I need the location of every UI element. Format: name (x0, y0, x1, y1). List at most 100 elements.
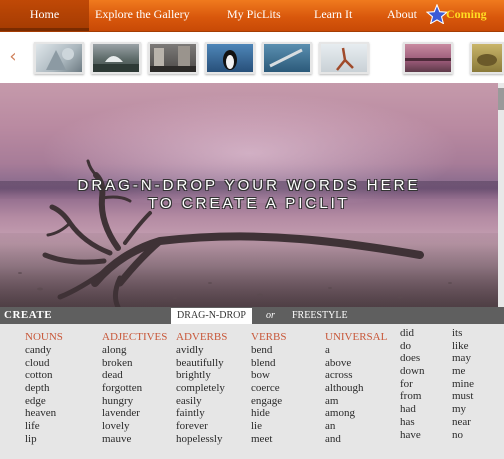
word-tile[interactable]: its (452, 327, 474, 340)
word-tile[interactable]: mine (452, 378, 474, 391)
thumb-dancer[interactable] (319, 42, 369, 74)
universal-column: UNIVERSAL a above across although am amo… (325, 331, 387, 446)
word-tile[interactable]: life (25, 420, 63, 433)
word-tile[interactable]: above (325, 357, 387, 370)
word-tile[interactable]: do (400, 340, 424, 353)
diver-image (269, 48, 303, 68)
word-tile[interactable]: avidly (176, 344, 227, 357)
scroll-left-arrow-icon[interactable]: ‹ (6, 47, 20, 67)
word-tile[interactable]: like (452, 340, 474, 353)
word-tile[interactable]: lip (25, 433, 63, 446)
word-tile[interactable]: forever (176, 420, 227, 433)
word-tile[interactable]: along (102, 344, 167, 357)
piclit-drop-canvas[interactable]: DRAG-N-DROP YOUR WORDS HERE TO CREATE A … (0, 83, 498, 307)
universal-column-3: its like may me mine must my near no (452, 327, 474, 441)
mode-or-label: or (266, 310, 275, 321)
word-tile[interactable]: heaven (25, 407, 63, 420)
dancer-image (336, 47, 354, 71)
word-tile[interactable]: bend (251, 344, 286, 357)
word-tile[interactable]: cloud (25, 357, 63, 370)
word-bank: NOUNS candy cloud cotton depth edge heav… (0, 324, 504, 459)
word-tile[interactable]: has (400, 416, 424, 429)
word-tile[interactable]: broken (102, 357, 167, 370)
word-tile[interactable]: for (400, 378, 424, 391)
word-tile[interactable]: near (452, 416, 474, 429)
word-tile[interactable]: had (400, 403, 424, 416)
thumb-penguin[interactable] (205, 42, 255, 74)
word-tile[interactable]: a (325, 344, 387, 357)
word-tile[interactable]: may (452, 352, 474, 365)
word-tile[interactable]: although (325, 382, 387, 395)
word-tile[interactable]: cotton (25, 369, 63, 382)
thumb-pink-sky[interactable] (403, 42, 453, 74)
city-street-image (150, 46, 196, 72)
word-tile[interactable]: have (400, 429, 424, 442)
create-mode-bar: CREATE DRAG-N-DROP or FREESTYLE (0, 307, 504, 324)
word-tile[interactable]: does (400, 352, 424, 365)
word-tile[interactable]: forgotten (102, 382, 167, 395)
nav-learn-it[interactable]: Learn It (314, 0, 352, 31)
word-tile[interactable]: must (452, 390, 474, 403)
word-tile[interactable]: hungry (102, 395, 167, 408)
thumb-mountain-hut[interactable] (91, 42, 141, 74)
thumb-snow-tree[interactable] (34, 42, 84, 74)
word-tile[interactable]: me (452, 365, 474, 378)
drop-instruction-line1: DRAG-N-DROP YOUR WORDS HERE (77, 177, 421, 194)
word-tile[interactable]: depth (25, 382, 63, 395)
mountain-hut-image (93, 56, 139, 72)
column-heading: UNIVERSAL (325, 331, 388, 343)
word-tile[interactable]: meet (251, 433, 286, 446)
tab-freestyle[interactable]: FREESTYLE (292, 307, 348, 324)
word-tile[interactable]: hopelessly (176, 433, 227, 446)
word-tile[interactable]: did (400, 327, 424, 340)
nav-explore-gallery[interactable]: Explore the Gallery (95, 0, 190, 31)
word-tile[interactable]: hide (251, 407, 286, 420)
word-tile[interactable]: engage (251, 395, 286, 408)
word-tile[interactable]: beautifully (176, 357, 227, 370)
column-heading: ADVERBS (176, 331, 228, 343)
column-heading: VERBS (251, 331, 287, 343)
nav-about[interactable]: About (387, 0, 417, 31)
word-tile[interactable]: candy (25, 344, 63, 357)
nav-home[interactable]: Home (0, 0, 89, 31)
word-tile[interactable]: across (325, 369, 387, 382)
nav-my-piclits[interactable]: My PicLits (227, 0, 281, 31)
word-tile[interactable]: edge (25, 395, 63, 408)
word-tile[interactable]: no (452, 429, 474, 442)
word-tile[interactable]: lavender (102, 407, 167, 420)
tab-drag-n-drop[interactable]: DRAG-N-DROP (171, 308, 252, 324)
drop-instruction-line2: TO CREATE A PICLIT (148, 195, 350, 212)
word-tile[interactable]: completely (176, 382, 227, 395)
word-tile[interactable]: brightly (176, 369, 227, 382)
word-tile[interactable]: my (452, 403, 474, 416)
word-tile[interactable]: faintly (176, 407, 227, 420)
gallery-thumbnail-strip: ‹ (0, 37, 504, 83)
word-tile[interactable]: among (325, 407, 387, 420)
star-icon (426, 4, 448, 24)
word-tile[interactable]: dead (102, 369, 167, 382)
word-tile[interactable]: lovely (102, 420, 167, 433)
word-tile[interactable]: blend (251, 357, 286, 370)
thumb-turtle[interactable] (470, 42, 504, 74)
adverbs-column: ADVERBS avidly beautifully brightly comp… (176, 331, 227, 446)
column-heading: ADJECTIVES (102, 331, 168, 343)
nouns-column: NOUNS candy cloud cotton depth edge heav… (25, 331, 63, 446)
thumb-city-street[interactable] (148, 42, 198, 74)
coming-label: Coming (446, 7, 487, 21)
canvas-scrollbar-thumb[interactable] (498, 88, 504, 110)
word-tile[interactable]: coerce (251, 382, 286, 395)
canvas-scrollbar[interactable] (498, 83, 504, 307)
word-tile[interactable]: from (400, 390, 424, 403)
snow-tree-image (46, 48, 74, 70)
word-tile[interactable]: down (400, 365, 424, 378)
word-tile[interactable]: lie (251, 420, 286, 433)
word-tile[interactable]: easily (176, 395, 227, 408)
word-tile[interactable]: and (325, 433, 387, 446)
word-tile[interactable]: mauve (102, 433, 167, 446)
top-navigation: Home Explore the Gallery My PicLits Lear… (0, 0, 504, 37)
word-tile[interactable]: an (325, 420, 387, 433)
word-tile[interactable]: bow (251, 369, 286, 382)
word-tile[interactable]: am (325, 395, 387, 408)
thumb-diver[interactable] (262, 42, 312, 74)
verbs-column: VERBS bend blend bow coerce engage hide … (251, 331, 286, 446)
